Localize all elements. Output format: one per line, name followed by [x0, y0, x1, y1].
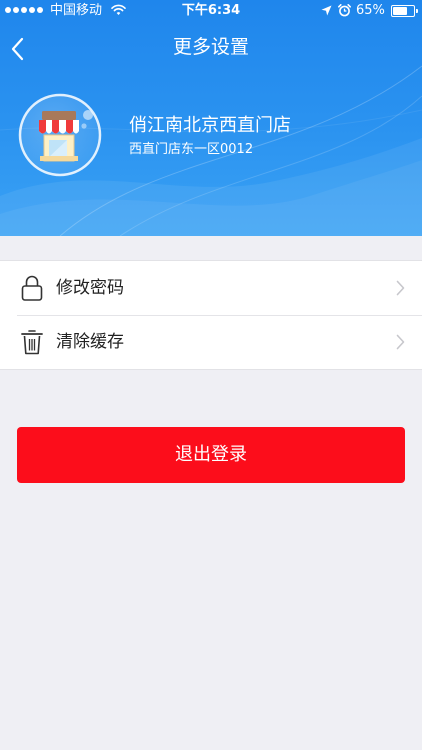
logout-button[interactable]: 退出登录 — [17, 427, 405, 483]
location-arrow-icon — [321, 5, 332, 16]
change-password-label: 修改密码 — [56, 278, 124, 298]
change-password-item[interactable]: 修改密码 — [0, 261, 422, 315]
clear-cache-item[interactable]: 清除缓存 — [0, 315, 422, 369]
clear-cache-label: 清除缓存 — [56, 332, 124, 352]
settings-list: 修改密码 清除缓存 — [0, 260, 422, 370]
battery-percentage: 65% — [356, 3, 385, 18]
trash-icon — [21, 330, 43, 355]
status-bar: 中国移动 下午6:34 65% — [0, 0, 422, 22]
lock-icon — [21, 275, 43, 301]
profile-header: 中国移动 下午6:34 65% 更多设置 俏江南北京西直门店 西直门店东一区00… — [0, 0, 422, 236]
chevron-right-icon — [396, 280, 405, 296]
chevron-right-icon — [396, 334, 405, 350]
chevron-left-icon — [11, 37, 24, 61]
battery-icon — [391, 5, 418, 17]
store-name: 俏江南北京西直门店 — [129, 115, 291, 136]
store-address: 西直门店东一区0012 — [129, 142, 254, 157]
alarm-clock-icon — [338, 4, 351, 17]
storefront-icon — [18, 93, 102, 177]
back-button[interactable] — [4, 32, 40, 66]
avatar — [18, 93, 102, 177]
